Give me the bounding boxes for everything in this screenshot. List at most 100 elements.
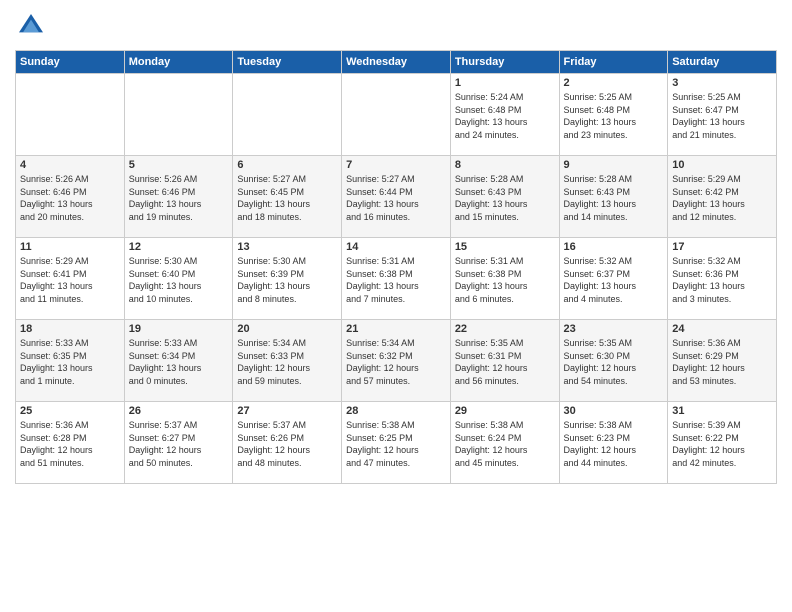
day-info: Sunrise: 5:34 AM Sunset: 6:32 PM Dayligh… <box>346 337 446 387</box>
day-number: 24 <box>672 323 772 335</box>
day-header-friday: Friday <box>559 51 668 74</box>
day-info: Sunrise: 5:26 AM Sunset: 6:46 PM Dayligh… <box>129 173 229 223</box>
day-number: 9 <box>564 159 664 171</box>
calendar-cell: 25 Sunrise: 5:36 AM Sunset: 6:28 PM Dayli… <box>16 402 125 484</box>
calendar-cell <box>233 74 342 156</box>
day-info: Sunrise: 5:34 AM Sunset: 6:33 PM Dayligh… <box>237 337 337 387</box>
day-number: 13 <box>237 241 337 253</box>
day-number: 10 <box>672 159 772 171</box>
calendar-cell: 1 Sunrise: 5:24 AM Sunset: 6:48 PM Daylig… <box>450 74 559 156</box>
day-info: Sunrise: 5:28 AM Sunset: 6:43 PM Dayligh… <box>564 173 664 223</box>
calendar-cell: 23 Sunrise: 5:35 AM Sunset: 6:30 PM Dayli… <box>559 320 668 402</box>
day-info: Sunrise: 5:26 AM Sunset: 6:46 PM Dayligh… <box>20 173 120 223</box>
day-number: 22 <box>455 323 555 335</box>
calendar-cell <box>16 74 125 156</box>
day-info: Sunrise: 5:32 AM Sunset: 6:37 PM Dayligh… <box>564 255 664 305</box>
day-number: 23 <box>564 323 664 335</box>
calendar-week-3: 11 Sunrise: 5:29 AM Sunset: 6:41 PM Dayli… <box>16 238 777 320</box>
calendar-cell: 17 Sunrise: 5:32 AM Sunset: 6:36 PM Dayli… <box>668 238 777 320</box>
day-header-tuesday: Tuesday <box>233 51 342 74</box>
calendar-cell: 20Sunrise: 5:34 AM Sunset: 6:33 PM Dayli… <box>233 320 342 402</box>
logo <box>15 10 51 42</box>
day-number: 28 <box>346 405 446 417</box>
day-number: 16 <box>564 241 664 253</box>
day-info: Sunrise: 5:31 AM Sunset: 6:38 PM Dayligh… <box>455 255 555 305</box>
calendar-cell: 22Sunrise: 5:35 AM Sunset: 6:31 PM Dayli… <box>450 320 559 402</box>
calendar-cell: 18 Sunrise: 5:33 AM Sunset: 6:35 PM Dayli… <box>16 320 125 402</box>
day-number: 30 <box>564 405 664 417</box>
day-header-wednesday: Wednesday <box>342 51 451 74</box>
calendar-cell: 26 Sunrise: 5:37 AM Sunset: 6:27 PM Dayli… <box>124 402 233 484</box>
day-header-monday: Monday <box>124 51 233 74</box>
calendar-cell: 14 Sunrise: 5:31 AM Sunset: 6:38 PM Dayli… <box>342 238 451 320</box>
day-info: Sunrise: 5:28 AM Sunset: 6:43 PM Dayligh… <box>455 173 555 223</box>
day-number: 17 <box>672 241 772 253</box>
day-info: Sunrise: 5:36 AM Sunset: 6:29 PM Dayligh… <box>672 337 772 387</box>
calendar-cell: 3Sunrise: 5:25 AM Sunset: 6:47 PM Daylig… <box>668 74 777 156</box>
day-info: Sunrise: 5:38 AM Sunset: 6:24 PM Dayligh… <box>455 419 555 469</box>
calendar-cell: 7 Sunrise: 5:27 AM Sunset: 6:44 PM Daylig… <box>342 156 451 238</box>
day-info: Sunrise: 5:37 AM Sunset: 6:26 PM Dayligh… <box>237 419 337 469</box>
calendar-cell: 11 Sunrise: 5:29 AM Sunset: 6:41 PM Dayli… <box>16 238 125 320</box>
calendar-cell: 8 Sunrise: 5:28 AM Sunset: 6:43 PM Daylig… <box>450 156 559 238</box>
day-number: 5 <box>129 159 229 171</box>
calendar-cell: 21 Sunrise: 5:34 AM Sunset: 6:32 PM Dayli… <box>342 320 451 402</box>
calendar-cell: 9 Sunrise: 5:28 AM Sunset: 6:43 PM Daylig… <box>559 156 668 238</box>
logo-icon <box>15 10 47 42</box>
day-header-saturday: Saturday <box>668 51 777 74</box>
day-number: 29 <box>455 405 555 417</box>
calendar-cell: 6Sunrise: 5:27 AM Sunset: 6:45 PM Daylig… <box>233 156 342 238</box>
calendar-cell: 16 Sunrise: 5:32 AM Sunset: 6:37 PM Dayli… <box>559 238 668 320</box>
calendar-table: SundayMondayTuesdayWednesdayThursdayFrid… <box>15 50 777 484</box>
calendar-cell <box>342 74 451 156</box>
calendar-cell: 31Sunrise: 5:39 AM Sunset: 6:22 PM Dayli… <box>668 402 777 484</box>
day-number: 27 <box>237 405 337 417</box>
calendar-cell: 2Sunrise: 5:25 AM Sunset: 6:48 PM Daylig… <box>559 74 668 156</box>
day-info: Sunrise: 5:32 AM Sunset: 6:36 PM Dayligh… <box>672 255 772 305</box>
calendar-cell: 4Sunrise: 5:26 AM Sunset: 6:46 PM Daylig… <box>16 156 125 238</box>
calendar-cell: 19 Sunrise: 5:33 AM Sunset: 6:34 PM Dayli… <box>124 320 233 402</box>
day-number: 26 <box>129 405 229 417</box>
header-row: SundayMondayTuesdayWednesdayThursdayFrid… <box>16 51 777 74</box>
day-number: 3 <box>672 77 772 89</box>
day-info: Sunrise: 5:39 AM Sunset: 6:22 PM Dayligh… <box>672 419 772 469</box>
day-number: 14 <box>346 241 446 253</box>
day-info: Sunrise: 5:37 AM Sunset: 6:27 PM Dayligh… <box>129 419 229 469</box>
day-header-sunday: Sunday <box>16 51 125 74</box>
day-header-thursday: Thursday <box>450 51 559 74</box>
day-number: 18 <box>20 323 120 335</box>
day-info: Sunrise: 5:27 AM Sunset: 6:44 PM Dayligh… <box>346 173 446 223</box>
day-number: 8 <box>455 159 555 171</box>
day-info: Sunrise: 5:29 AM Sunset: 6:42 PM Dayligh… <box>672 173 772 223</box>
day-number: 6 <box>237 159 337 171</box>
day-info: Sunrise: 5:35 AM Sunset: 6:30 PM Dayligh… <box>564 337 664 387</box>
day-info: Sunrise: 5:31 AM Sunset: 6:38 PM Dayligh… <box>346 255 446 305</box>
day-info: Sunrise: 5:29 AM Sunset: 6:41 PM Dayligh… <box>20 255 120 305</box>
calendar-week-4: 18 Sunrise: 5:33 AM Sunset: 6:35 PM Dayli… <box>16 320 777 402</box>
day-info: Sunrise: 5:33 AM Sunset: 6:35 PM Dayligh… <box>20 337 120 387</box>
day-info: Sunrise: 5:33 AM Sunset: 6:34 PM Dayligh… <box>129 337 229 387</box>
day-info: Sunrise: 5:24 AM Sunset: 6:48 PM Dayligh… <box>455 91 555 141</box>
day-number: 11 <box>20 241 120 253</box>
calendar-week-5: 25 Sunrise: 5:36 AM Sunset: 6:28 PM Dayli… <box>16 402 777 484</box>
calendar-cell <box>124 74 233 156</box>
calendar-week-2: 4Sunrise: 5:26 AM Sunset: 6:46 PM Daylig… <box>16 156 777 238</box>
page-container: SundayMondayTuesdayWednesdayThursdayFrid… <box>0 0 792 489</box>
day-number: 25 <box>20 405 120 417</box>
page-header <box>15 10 777 42</box>
calendar-cell: 30 Sunrise: 5:38 AM Sunset: 6:23 PM Dayli… <box>559 402 668 484</box>
day-info: Sunrise: 5:30 AM Sunset: 6:40 PM Dayligh… <box>129 255 229 305</box>
day-number: 21 <box>346 323 446 335</box>
day-info: Sunrise: 5:36 AM Sunset: 6:28 PM Dayligh… <box>20 419 120 469</box>
day-number: 19 <box>129 323 229 335</box>
day-info: Sunrise: 5:30 AM Sunset: 6:39 PM Dayligh… <box>237 255 337 305</box>
calendar-cell: 27 Sunrise: 5:37 AM Sunset: 6:26 PM Dayli… <box>233 402 342 484</box>
calendar-cell: 15Sunrise: 5:31 AM Sunset: 6:38 PM Dayli… <box>450 238 559 320</box>
day-info: Sunrise: 5:38 AM Sunset: 6:23 PM Dayligh… <box>564 419 664 469</box>
calendar-cell: 13 Sunrise: 5:30 AM Sunset: 6:39 PM Dayli… <box>233 238 342 320</box>
calendar-cell: 5 Sunrise: 5:26 AM Sunset: 6:46 PM Daylig… <box>124 156 233 238</box>
day-info: Sunrise: 5:25 AM Sunset: 6:48 PM Dayligh… <box>564 91 664 141</box>
calendar-cell: 12Sunrise: 5:30 AM Sunset: 6:40 PM Dayli… <box>124 238 233 320</box>
day-number: 1 <box>455 77 555 89</box>
day-number: 7 <box>346 159 446 171</box>
